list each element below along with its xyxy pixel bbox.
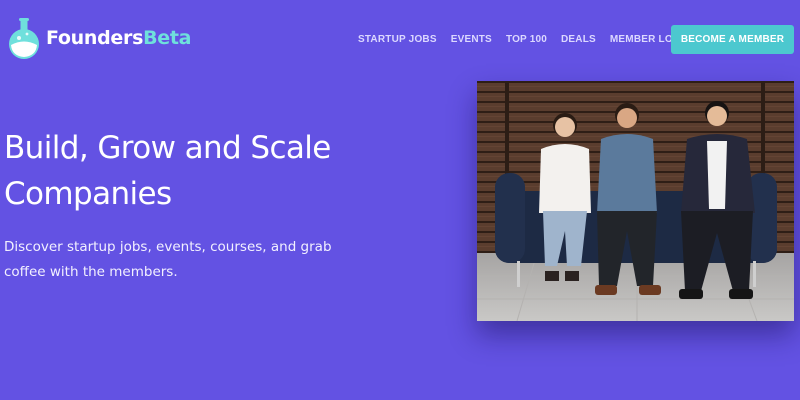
nav-startup-jobs[interactable]: STARTUP JOBS — [358, 34, 437, 45]
nav-top-100[interactable]: TOP 100 — [506, 34, 547, 45]
hero-photo — [477, 81, 794, 321]
logo-link[interactable]: FoundersBeta — [6, 16, 191, 60]
hero-subtitle: Discover startup jobs, events, courses, … — [4, 239, 332, 280]
main-nav: STARTUP JOBS EVENTS TOP 100 DEALS MEMBER… — [358, 34, 691, 45]
nav-deals[interactable]: DEALS — [561, 34, 596, 45]
become-member-button[interactable]: BECOME A MEMBER — [671, 25, 794, 54]
logo-text-beta: Beta — [143, 27, 192, 49]
flask-icon — [9, 18, 39, 59]
hero-headline: Build, Grow and Scale Companies — [4, 130, 331, 212]
logo-text-founders: Founders — [46, 27, 144, 49]
hero-photo-illustration — [477, 81, 794, 321]
site-header: FoundersBeta STARTUP JOBS EVENTS TOP 100… — [0, 0, 800, 80]
nav-events[interactable]: EVENTS — [451, 34, 492, 45]
logo-wordmark: FoundersBeta — [46, 27, 191, 49]
